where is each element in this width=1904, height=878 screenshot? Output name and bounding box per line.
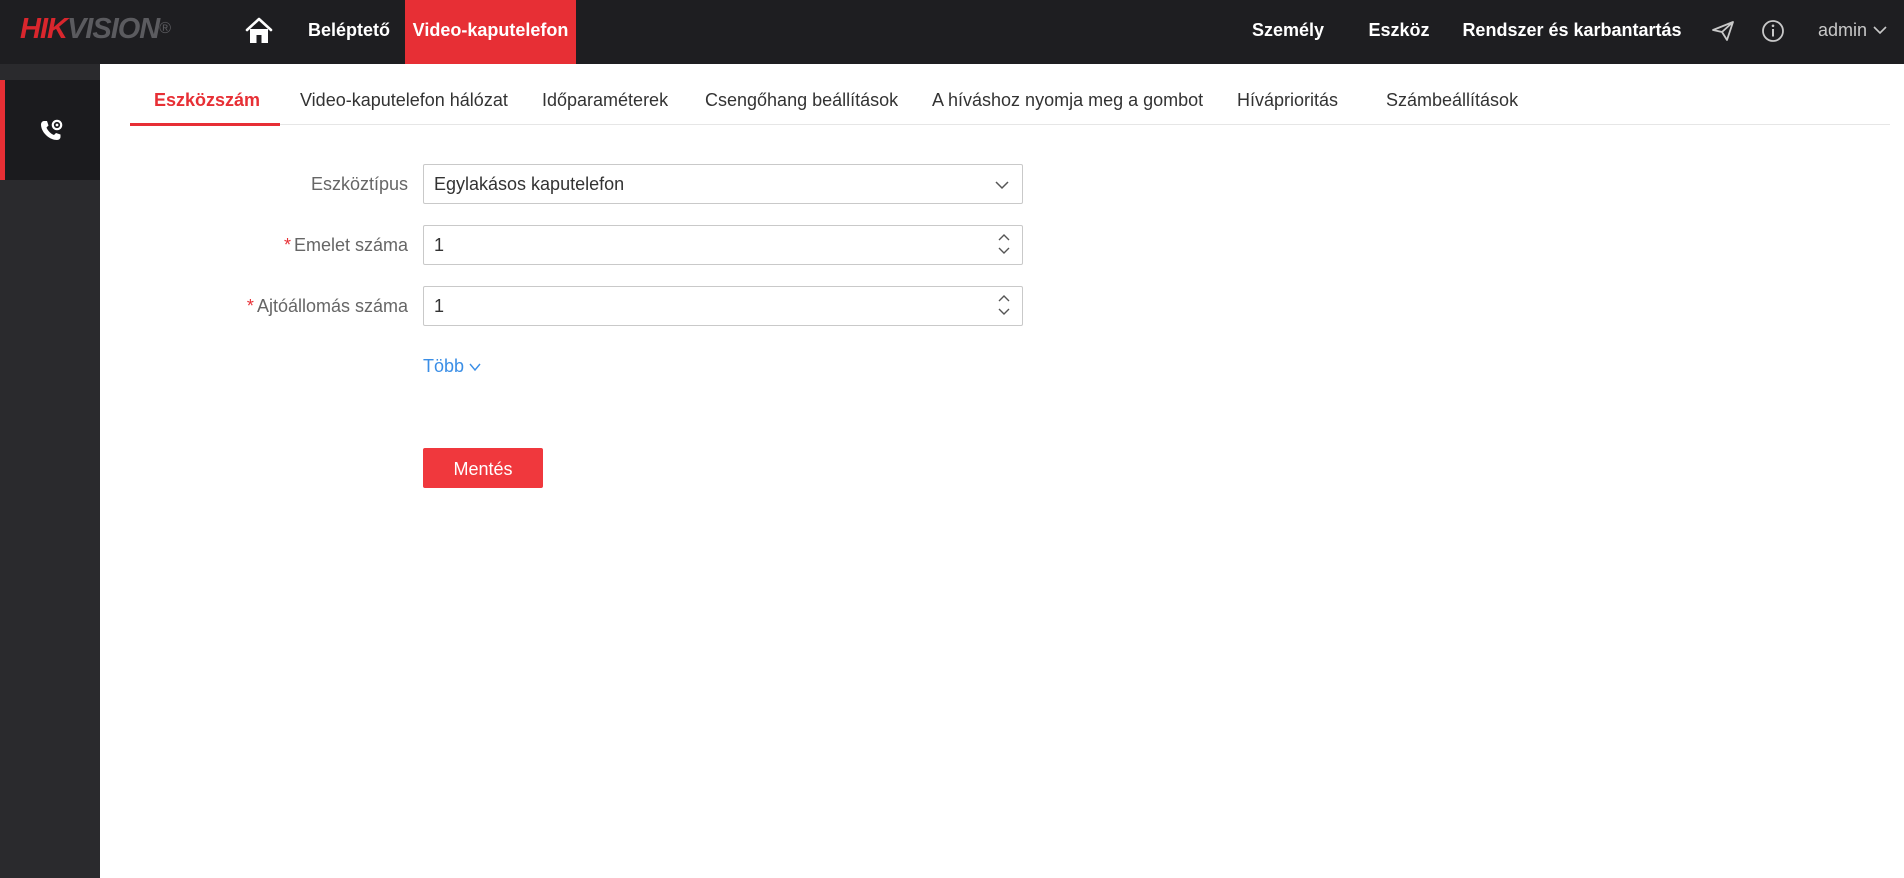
home-icon[interactable] [244, 16, 274, 46]
info-icon[interactable] [1760, 18, 1786, 44]
sidebar-item-intercom[interactable] [0, 80, 100, 180]
tab-hivasprioritas[interactable]: Híváprioritás [1237, 64, 1338, 124]
door-station-number-input[interactable]: 1 [423, 286, 1023, 326]
nav-video-kaputelefon[interactable]: Video-kaputelefon [405, 0, 576, 64]
device-type-select[interactable]: Egylakásos kaputelefon [423, 164, 1023, 204]
floor-number-value: 1 [434, 235, 445, 255]
chevron-down-icon[interactable] [1872, 22, 1888, 38]
user-menu[interactable]: admin [1818, 0, 1867, 64]
phone-settings-icon [41, 119, 63, 140]
logo-text-vision: VISION [66, 13, 160, 45]
device-type-value: Egylakásos kaputelefon [434, 174, 625, 194]
required-asterisk: * [283, 235, 291, 255]
chevron-down-icon [995, 181, 1009, 190]
chevron-down-icon[interactable] [996, 244, 1012, 258]
hikvision-logo: HIKVISION® [20, 13, 171, 45]
top-bar: HIKVISION® Beléptető Video-kaputelefon S… [0, 0, 1904, 64]
chevron-up-icon[interactable] [996, 230, 1012, 244]
logo-registered-mark: ® [159, 20, 171, 37]
save-button[interactable]: Mentés [423, 448, 543, 488]
send-icon[interactable] [1710, 18, 1736, 44]
door-station-number-label-text: Ajtóállomás száma [256, 296, 408, 316]
nav-szemely[interactable]: Személy [1245, 0, 1331, 64]
more-label: Több [423, 356, 465, 376]
sidebar [0, 64, 100, 878]
tab-csengohang-beallitasok[interactable]: Csengőhang beállítások [705, 64, 898, 124]
nav-eszkoz[interactable]: Eszköz [1366, 0, 1432, 64]
door-station-number-value: 1 [434, 296, 445, 316]
chevron-up-icon[interactable] [996, 291, 1012, 305]
floor-number-input[interactable]: 1 [423, 225, 1023, 265]
tab-video-kaputelefon-halozat[interactable]: Video-kaputelefon hálózat [300, 64, 508, 124]
floor-number-stepper[interactable] [996, 230, 1012, 262]
floor-number-label-text: Emelet száma [293, 235, 408, 255]
active-tab-underline [130, 123, 280, 126]
chevron-down-icon [469, 363, 481, 372]
logo-text-hik: HIK [20, 13, 68, 45]
tab-szambeallitasok[interactable]: Számbeállítások [1386, 64, 1518, 124]
nav-belepteto[interactable]: Beléptető [306, 0, 392, 64]
chevron-down-icon[interactable] [996, 305, 1012, 319]
device-type-label-text: Eszköztípus [310, 174, 408, 194]
floor-number-label: * Emelet száma [128, 225, 408, 265]
tab-bar: Eszközszám Video-kaputelefon hálózat Idő… [130, 64, 1890, 126]
door-station-number-stepper[interactable] [996, 291, 1012, 323]
door-station-number-label: * Ajtóállomás száma [128, 286, 408, 326]
device-type-label: Eszköztípus [128, 164, 408, 204]
tab-eszkozszam[interactable]: Eszközszám [154, 64, 260, 124]
active-indicator [0, 80, 5, 180]
more-toggle[interactable]: Több [423, 353, 482, 379]
tab-idoparameterek[interactable]: Időparaméterek [542, 64, 668, 124]
required-asterisk: * [246, 296, 254, 316]
nav-rendszer-es-karbantartas[interactable]: Rendszer és karbantartás [1462, 0, 1682, 64]
tab-hivas-gomb[interactable]: A híváshoz nyomja meg a gombot [932, 64, 1203, 124]
